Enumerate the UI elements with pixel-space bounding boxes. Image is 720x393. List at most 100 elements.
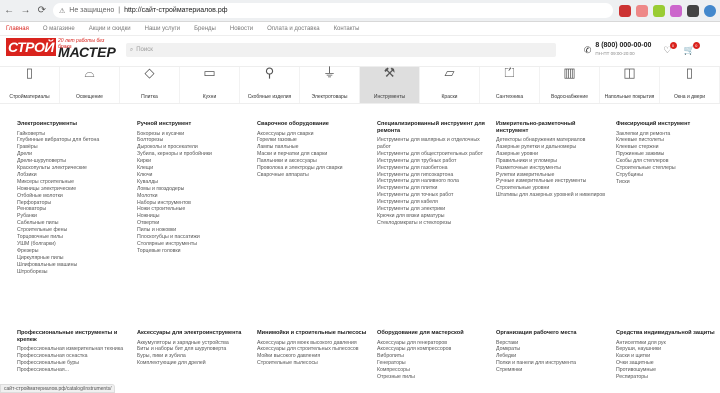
column-title[interactable]: Специализированный инструмент для ремонт…	[377, 121, 489, 134]
menu-link[interactable]: Рулетки измерительные	[496, 172, 608, 179]
menu-link[interactable]: Компрессоры	[377, 367, 489, 374]
column-title[interactable]: Фиксирующий инструмент	[616, 121, 720, 128]
menu-link[interactable]: Генераторы	[377, 360, 489, 367]
menu-link[interactable]: Миксеры строительные	[17, 179, 129, 186]
menu-link[interactable]: Столярные инструменты	[137, 241, 249, 248]
menu-link[interactable]: Ножницы	[137, 213, 249, 220]
menu-link[interactable]: Стремянки	[496, 367, 608, 374]
menu-link[interactable]: Плоскогубцы и пассатижи	[137, 234, 249, 241]
category-tile[interactable]: ◇ Плитка	[120, 66, 180, 103]
menu-link[interactable]: Штативы для лазерных уровней и нивелиров	[496, 192, 608, 199]
menu-link[interactable]: Ножи строительные	[137, 206, 249, 213]
menu-link[interactable]: Кирки	[137, 158, 249, 165]
menu-link[interactable]: Профессиональная оснастка	[17, 353, 129, 360]
cart-button[interactable]: 🛒 0	[684, 41, 700, 56]
menu-link[interactable]: Инструменты для плитки	[377, 185, 489, 192]
column-title[interactable]: Измерительно-разметочный инструмент	[496, 121, 608, 134]
column-title[interactable]: Аксессуары для электроинструмента	[137, 330, 249, 337]
menu-link[interactable]: Противошумные	[616, 367, 720, 374]
menu-link[interactable]: Строительные степлеры	[616, 165, 720, 172]
column-title[interactable]: Профессиональные инструменты и крепеж	[17, 330, 129, 343]
forward-icon[interactable]: →	[20, 5, 30, 17]
category-screw[interactable]: ⚲ Скобяные изделия	[240, 66, 300, 103]
menu-link[interactable]: Мойки высокого давления	[257, 353, 369, 360]
menu-link[interactable]: Верстаки	[496, 340, 608, 347]
menu-link[interactable]: Разметочные инструменты	[496, 165, 608, 172]
menu-link[interactable]: Пружинные зажимы	[616, 151, 720, 158]
menu-link[interactable]: Клещи	[137, 165, 249, 172]
menu-link[interactable]: Болторезы	[137, 137, 249, 144]
menu-link[interactable]: Горелки газовые	[257, 137, 369, 144]
menu-link[interactable]: Отвертки	[137, 220, 249, 227]
menu-link[interactable]: Инструменты для точных работ	[377, 192, 489, 199]
menu-link[interactable]: Фрезеры	[17, 248, 129, 255]
menu-link[interactable]: Заклепки для ремонта	[616, 131, 720, 138]
menu-link[interactable]: Рубанки	[17, 213, 129, 220]
menu-link[interactable]: Штроборезы	[17, 269, 129, 276]
reload-icon[interactable]: ⟳	[37, 5, 47, 17]
back-icon[interactable]: ←	[4, 5, 14, 17]
extension-icon[interactable]	[636, 4, 648, 17]
menu-link[interactable]: Профессиональные буры	[17, 360, 129, 367]
menu-link[interactable]: Лебедки	[496, 353, 608, 360]
menu-link[interactable]: Комплектующие для дрелей	[137, 360, 249, 367]
menu-link[interactable]: Циркулярные пилы	[17, 255, 129, 262]
menu-link[interactable]: Перфораторы	[17, 200, 129, 207]
topnav-item[interactable]: Главная	[6, 26, 29, 32]
menu-link[interactable]: Лампы паяльные	[257, 144, 369, 151]
column-title[interactable]: Сварочное оборудование	[257, 121, 369, 128]
menu-link[interactable]: Инструменты для трубных работ	[377, 158, 489, 165]
menu-link[interactable]: Клеевые пистолеты	[616, 137, 720, 144]
menu-link[interactable]: Клеевые стержни	[616, 144, 720, 151]
menu-link[interactable]: Лазерные рулетки и дальномеры	[496, 144, 608, 151]
topnav-item[interactable]: Оплата и доставка	[267, 26, 319, 32]
menu-link[interactable]: Полки и панели для инструмента	[496, 360, 608, 367]
column-title[interactable]: Оборудование для мастерской	[377, 330, 489, 337]
menu-link[interactable]: Аксессуары для генераторов	[377, 340, 489, 347]
menu-link[interactable]: Инструменты для малярных и отделочных ра…	[377, 137, 489, 151]
menu-link[interactable]: Сварочные аппараты	[257, 172, 369, 179]
topnav-item[interactable]: Акции и скидки	[89, 26, 131, 32]
menu-link[interactable]: Аккумуляторы и зарядные устройства	[137, 340, 249, 347]
menu-link[interactable]: Маски и перчатки для сварки	[257, 151, 369, 158]
menu-link[interactable]: Аксессуары для компрессоров	[377, 346, 489, 353]
menu-link[interactable]: Ключи	[137, 172, 249, 179]
menu-link[interactable]: Строительные фены	[17, 227, 129, 234]
column-title[interactable]: Электроинструменты	[17, 121, 129, 128]
menu-link[interactable]: Вибропиты	[377, 353, 489, 360]
topnav-item[interactable]: Наши услуги	[145, 26, 180, 32]
menu-link[interactable]: Бокорезы и кусачки	[137, 131, 249, 138]
column-title[interactable]: Минимойки и строительные пылесосы	[257, 330, 369, 337]
menu-link[interactable]: Скобы для степлеров	[616, 158, 720, 165]
menu-link[interactable]: Наборы инструментов	[137, 200, 249, 207]
favorites-button[interactable]: ♡ 0	[663, 41, 677, 56]
menu-link[interactable]: Ножницы электрические	[17, 186, 129, 193]
search-input[interactable]: ⌕ Поиск	[125, 43, 556, 57]
menu-link[interactable]: Паяльники и аксессуары	[257, 158, 369, 165]
menu-link[interactable]: Аксессуары для сварки	[257, 131, 369, 138]
menu-link[interactable]: Каски и щитки	[616, 353, 720, 360]
phone-block[interactable]: 8 (800) 000-00-00 ПН-ПТ 09:00-20:00	[595, 42, 651, 58]
menu-link[interactable]: Дрели	[17, 151, 129, 158]
menu-link[interactable]: Крючки для вязки арматуры	[377, 213, 489, 220]
menu-link[interactable]: Аксессуары для моек высокого давления	[257, 340, 369, 347]
menu-link[interactable]: Инструменты для наливного пола	[377, 178, 489, 185]
menu-link[interactable]: Шлифовальные машины	[17, 262, 129, 269]
menu-link[interactable]: Биты и наборы бит для шуруповерта	[137, 346, 249, 353]
menu-link[interactable]: Стеклодомкраты и стеклорезы	[377, 220, 489, 227]
menu-link[interactable]: Кувалды	[137, 179, 249, 186]
topnav-item[interactable]: Бренды	[194, 26, 216, 32]
topnav-item[interactable]: Контакты	[334, 26, 360, 32]
menu-link[interactable]: Домкраты	[496, 346, 608, 353]
menu-link[interactable]: Торцевые головки	[137, 248, 249, 255]
category-toilet[interactable]: ⏍ Сантехника	[480, 66, 540, 103]
menu-link[interactable]: Инструменты для кабеля	[377, 199, 489, 206]
menu-link[interactable]: Реноваторы	[17, 206, 129, 213]
menu-link[interactable]: Пилы и ножовки	[137, 227, 249, 234]
menu-link[interactable]: Тиски	[616, 179, 720, 186]
menu-link[interactable]: Ломы и гвоздодеры	[137, 186, 249, 193]
column-title[interactable]: Средства индивидуальной защиты	[616, 330, 720, 337]
menu-link[interactable]: Струбцины	[616, 172, 720, 179]
extension-icon[interactable]	[687, 4, 699, 17]
extension-icon[interactable]	[653, 4, 665, 17]
